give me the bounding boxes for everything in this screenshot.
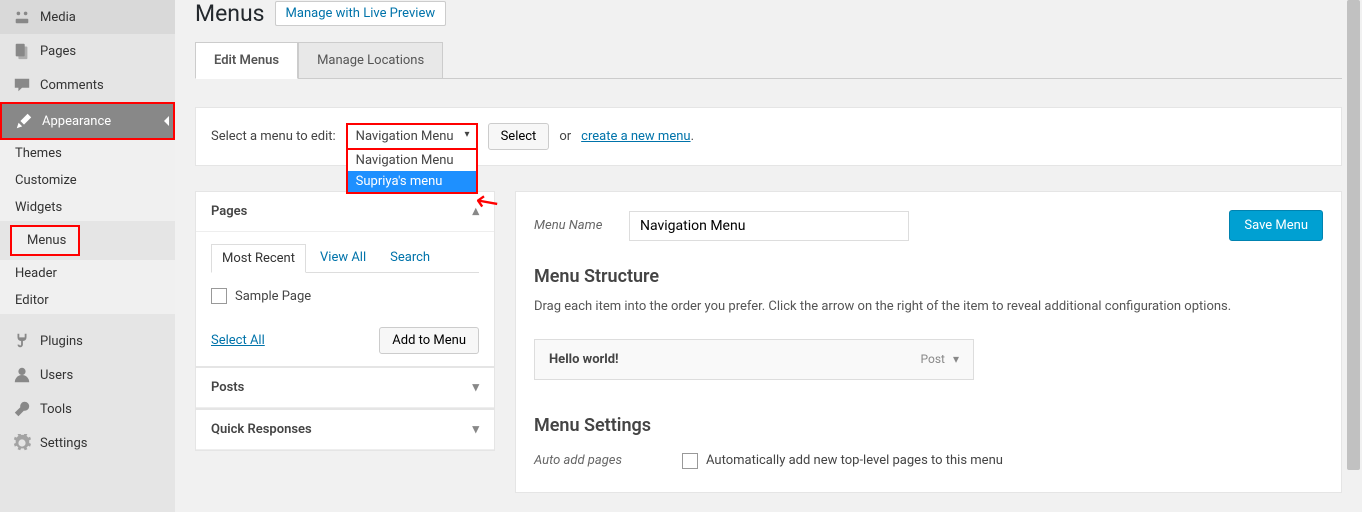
quick-responses-accordion-head[interactable]: Quick Responses▾	[196, 410, 494, 450]
scrollbar[interactable]	[1345, 0, 1362, 512]
menu-item-row[interactable]: Hello world! Post▾	[534, 339, 974, 380]
sidebar-label: Settings	[40, 436, 87, 451]
select-button[interactable]: Select	[488, 123, 550, 150]
auto-add-checkbox[interactable]	[682, 453, 698, 469]
chevron-down-icon: ▾	[472, 380, 479, 395]
wrench-icon	[12, 399, 32, 419]
tabs: Edit Menus Manage Locations	[195, 42, 1342, 79]
or-text: or	[559, 129, 571, 144]
sidebar-item-tools[interactable]: Tools	[0, 392, 175, 426]
pages-accordion-head[interactable]: Pages▴	[196, 192, 494, 232]
select-menu-label: Select a menu to edit:	[211, 129, 336, 144]
user-icon	[12, 365, 32, 385]
sidebar-sub-customize[interactable]: Customize	[0, 167, 175, 194]
media-icon	[12, 7, 32, 27]
scrollbar-thumb[interactable]	[1347, 0, 1360, 470]
menu-name-label: Menu Name	[534, 218, 614, 233]
subtab-most-recent[interactable]: Most Recent	[211, 244, 306, 273]
sidebar-item-appearance[interactable]: Appearance	[0, 102, 175, 140]
menu-select-dropdown[interactable]: Navigation Menu	[346, 123, 478, 150]
menu-panel: Menu Name Save Menu Menu Structure Drag …	[515, 191, 1342, 493]
menu-select-options: Navigation Menu Supriya's menu	[346, 150, 478, 194]
sidebar-label: Tools	[40, 402, 72, 417]
page-item-label: Sample Page	[235, 289, 311, 304]
sidebar-item-settings[interactable]: Settings	[0, 426, 175, 460]
sidebar-label: Plugins	[40, 334, 83, 349]
sidebar-item-comments[interactable]: Comments	[0, 68, 175, 102]
menu-option-navigation[interactable]: Navigation Menu	[348, 150, 476, 171]
auto-add-label: Auto add pages	[534, 453, 622, 468]
brush-icon	[14, 111, 34, 131]
sidebar-sub-editor[interactable]: Editor	[0, 287, 175, 314]
auto-add-desc: Automatically add new top-level pages to…	[706, 453, 1003, 468]
page-item-row: Sample Page	[211, 283, 479, 309]
sidebar-label: Pages	[40, 44, 76, 59]
subtab-view-all[interactable]: View All	[310, 244, 376, 272]
sidebar-label: Media	[40, 10, 76, 25]
comment-icon	[12, 75, 32, 95]
sidebar-item-media[interactable]: Media	[0, 0, 175, 34]
subtab-search[interactable]: Search	[380, 244, 440, 272]
select-menu-row: Select a menu to edit: Navigation Menu N…	[195, 107, 1342, 166]
plug-icon	[12, 331, 32, 351]
sidebar-sub-themes[interactable]: Themes	[0, 140, 175, 167]
sidebar-sub-header[interactable]: Header	[0, 260, 175, 287]
sidebar-label: Users	[40, 368, 73, 383]
select-all-link[interactable]: Select All	[211, 333, 265, 348]
page-checkbox[interactable]	[211, 288, 227, 304]
add-to-menu-button[interactable]: Add to Menu	[379, 327, 479, 354]
settings-title: Menu Settings	[534, 415, 1323, 436]
tab-manage-locations[interactable]: Manage Locations	[298, 42, 443, 79]
menu-item-label: Hello world!	[549, 352, 619, 367]
live-preview-button[interactable]: Manage with Live Preview	[275, 1, 447, 26]
page-icon	[12, 41, 32, 61]
structure-title: Menu Structure	[534, 266, 1323, 287]
menu-name-input[interactable]	[629, 211, 909, 241]
chevron-down-icon: ▾	[472, 422, 479, 437]
admin-sidebar: Media Pages Comments Appearance Themes C…	[0, 0, 175, 512]
create-menu-link[interactable]: create a new menu	[581, 129, 690, 144]
chevron-down-icon: ▾	[953, 352, 959, 366]
sidebar-sub-menus[interactable]: Menus	[10, 225, 80, 256]
sidebar-item-users[interactable]: Users	[0, 358, 175, 392]
sidebar-label: Comments	[40, 78, 104, 93]
posts-accordion-head[interactable]: Posts▾	[196, 368, 494, 408]
structure-desc: Drag each item into the order you prefer…	[534, 297, 1323, 317]
sidebar-item-plugins[interactable]: Plugins	[0, 324, 175, 358]
page-title: Menus	[195, 0, 265, 27]
save-menu-button[interactable]: Save Menu	[1229, 210, 1323, 241]
main-content: Menus Manage with Live Preview Edit Menu…	[175, 0, 1362, 512]
sidebar-item-pages[interactable]: Pages	[0, 34, 175, 68]
chevron-up-icon: ▴	[472, 204, 479, 219]
caret-icon	[164, 116, 169, 126]
menu-option-supriya[interactable]: Supriya's menu	[348, 171, 476, 192]
sidebar-sub-widgets[interactable]: Widgets	[0, 194, 175, 221]
gear-icon	[12, 433, 32, 453]
sidebar-label: Appearance	[42, 114, 111, 129]
tab-edit-menus[interactable]: Edit Menus	[195, 42, 298, 79]
pages-accordion: Pages▴ Most Recent View All Search Sampl…	[195, 191, 495, 367]
